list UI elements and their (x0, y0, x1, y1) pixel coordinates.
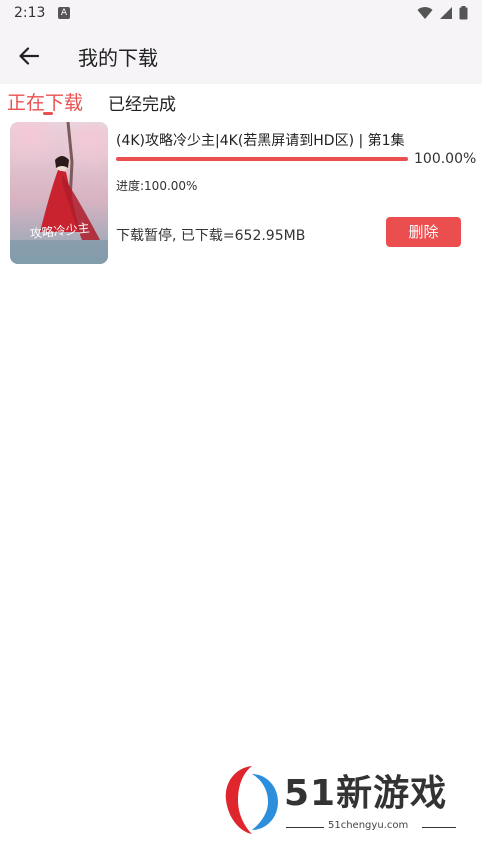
watermark-logo: 51新游戏 51chengyu.com (222, 760, 472, 840)
progress-percent: 100.00% (414, 151, 477, 167)
status-time: 2:13 (14, 5, 46, 21)
a-icon: A (58, 7, 70, 19)
tab-bar: 正在下载 已经完成 (0, 86, 482, 116)
watermark-brand: 51新游戏 (284, 773, 448, 814)
tab-completed-label: 已经完成 (108, 95, 176, 115)
poster-image: 攻略冷少主 (10, 122, 108, 264)
download-status: 下载暂停, 已下载=652.95MB (116, 228, 306, 244)
progress-label: 进度:100.00% (116, 179, 198, 193)
tab-completed[interactable]: 已经完成 (108, 90, 176, 115)
status-icons (417, 6, 468, 20)
watermark-divider (286, 827, 324, 828)
watermark-site: 51chengyu.com (328, 820, 409, 831)
page-title: 我的下载 (78, 46, 158, 70)
watermark-divider (422, 827, 456, 828)
progress-bar (116, 157, 408, 161)
logo-mark-icon (225, 766, 278, 834)
back-button[interactable] (14, 42, 44, 70)
tab-indicator (43, 112, 53, 115)
progress-fill (116, 157, 408, 161)
delete-button[interactable]: 删除 (386, 217, 461, 247)
signal-icon (440, 7, 452, 19)
wifi-icon (417, 7, 433, 20)
download-title: (4K)攻略冷少主|4K(若黑屏请到HD区) | 第1集 (116, 133, 405, 149)
app-bar: 我的下载 (0, 28, 482, 84)
tab-downloading-label: 正在下载 (7, 92, 84, 114)
status-bar: 2:13 A (0, 0, 482, 28)
download-item[interactable]: 攻略冷少主 (4K)攻略冷少主|4K(若黑屏请到HD区) | 第1集 100.0… (10, 122, 476, 266)
battery-icon (459, 6, 468, 20)
arrow-left-icon (19, 47, 39, 65)
tab-downloading[interactable]: 正在下载 (7, 88, 83, 115)
